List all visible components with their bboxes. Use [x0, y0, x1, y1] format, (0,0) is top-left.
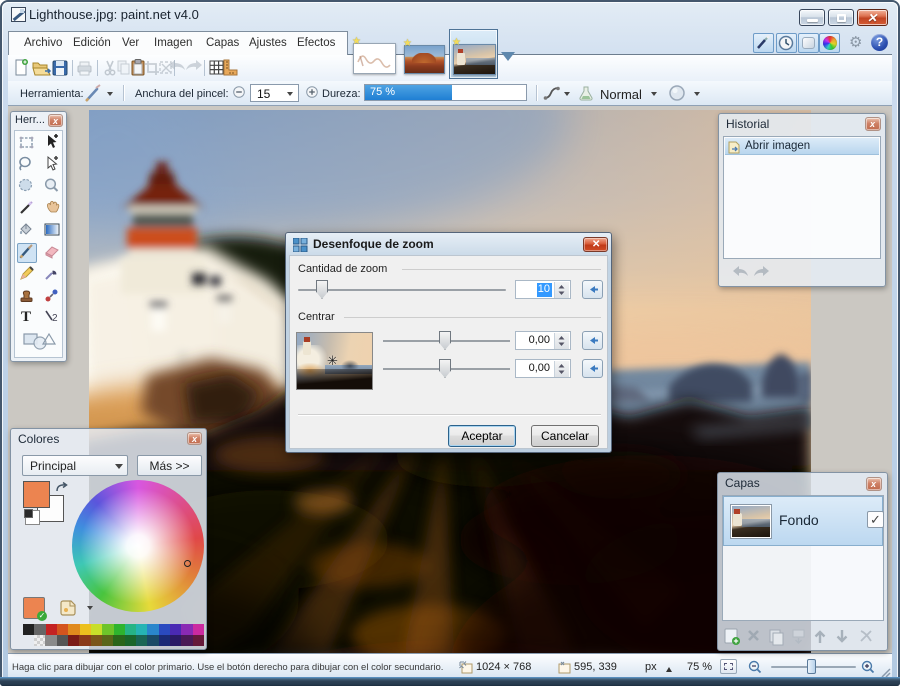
svg-text:2: 2	[52, 313, 58, 324]
svg-text:T: T	[21, 309, 31, 325]
